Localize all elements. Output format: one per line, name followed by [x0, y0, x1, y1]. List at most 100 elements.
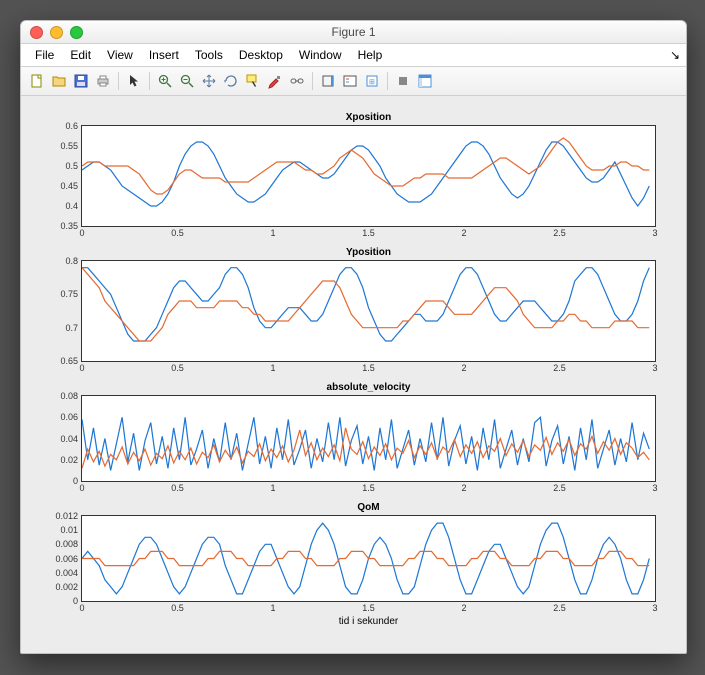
ytick: 0.35 [60, 221, 78, 231]
menu-edit[interactable]: Edit [62, 46, 99, 64]
ytick: 0 [73, 476, 78, 486]
xtick: 1.5 [362, 603, 375, 613]
figure-area: Xposition0.350.40.450.50.550.600.511.522… [21, 96, 686, 653]
menu-desktop[interactable]: Desktop [231, 46, 291, 64]
subplot-Yposition: Yposition0.650.70.750.800.511.522.53 [81, 247, 656, 376]
series-s2 [82, 551, 649, 565]
pan-icon[interactable] [199, 71, 219, 91]
traffic-lights [21, 26, 83, 39]
menu-tools[interactable]: Tools [187, 46, 231, 64]
xtick: 1 [270, 228, 275, 238]
save-icon[interactable] [71, 71, 91, 91]
ytick: 0.012 [55, 511, 78, 521]
hide-tools-icon[interactable] [393, 71, 413, 91]
zoom-out-icon[interactable] [177, 71, 197, 91]
chart-title: Xposition [81, 112, 656, 123]
chart-title: QoM [81, 502, 656, 513]
subplot-absolute_velocity: absolute_velocity 00.020.040.060.0800.511… [81, 382, 656, 496]
figure-window: Figure 1 File Edit View Insert Tools Des… [20, 20, 687, 654]
series-s1 [82, 417, 649, 470]
plot-axes[interactable]: 0.650.70.750.800.511.522.53 [81, 260, 656, 362]
menubar: File Edit View Insert Tools Desktop Wind… [21, 44, 686, 67]
subplot-Xposition: Xposition 0.350.40.450.50.550.600.511.522… [81, 112, 656, 241]
plot-axes[interactable]: 00.0020.0040.0060.0080.010.01200.511.522… [81, 515, 656, 602]
toolbar: ⊞ [21, 67, 686, 96]
ytick: 0.8 [65, 256, 78, 266]
titlebar: Figure 1 [21, 21, 686, 44]
xtick: 1 [270, 363, 275, 373]
ytick: 0.4 [65, 201, 78, 211]
plot-axes[interactable]: 00.020.040.060.0800.511.522.53 [81, 395, 656, 482]
xtick: 2.5 [553, 363, 566, 373]
xtick: 2 [461, 483, 466, 493]
xtick: 3 [652, 363, 657, 373]
rotate-icon[interactable] [221, 71, 241, 91]
ytick: 0.006 [55, 554, 78, 564]
xtick: 2.5 [553, 603, 566, 613]
svg-text:⊞: ⊞ [369, 79, 375, 86]
xtick: 1 [270, 603, 275, 613]
xtick: 3 [652, 483, 657, 493]
xtick: 1 [270, 483, 275, 493]
menu-file[interactable]: File [27, 46, 62, 64]
menu-window[interactable]: Window [291, 46, 350, 64]
window-title: Figure 1 [21, 25, 686, 39]
open-icon[interactable] [49, 71, 69, 91]
ytick: 0.75 [60, 289, 78, 299]
xtick: 1.5 [362, 363, 375, 373]
ytick: 0.65 [60, 356, 78, 366]
xtick: 2 [461, 363, 466, 373]
xtick: 0 [79, 228, 84, 238]
zoom-icon[interactable] [70, 26, 83, 39]
ytick: 0.02 [60, 455, 78, 465]
new-figure-icon[interactable] [27, 71, 47, 91]
colorbar-icon[interactable] [318, 71, 338, 91]
print-icon[interactable] [93, 71, 113, 91]
ytick: 0.04 [60, 434, 78, 444]
series-s1 [82, 142, 649, 206]
xtick: 1.5 [362, 228, 375, 238]
close-icon[interactable] [30, 26, 43, 39]
ytick: 0.45 [60, 181, 78, 191]
menu-help[interactable]: Help [350, 46, 391, 64]
xtick: 2.5 [553, 228, 566, 238]
ytick: 0.01 [60, 525, 78, 535]
xtick: 0.5 [171, 603, 184, 613]
xtick: 0 [79, 483, 84, 493]
ytick: 0 [73, 596, 78, 606]
minimize-icon[interactable] [50, 26, 63, 39]
zoom-in-icon[interactable] [155, 71, 175, 91]
ytick: 0.7 [65, 323, 78, 333]
xtick: 0.5 [171, 228, 184, 238]
ytick: 0.55 [60, 141, 78, 151]
xtick: 2 [461, 228, 466, 238]
plot-axes[interactable]: 0.350.40.450.50.550.600.511.522.53 [81, 125, 656, 227]
xtick: 0 [79, 363, 84, 373]
ytick: 0.002 [55, 582, 78, 592]
show-plottools-icon[interactable] [415, 71, 435, 91]
series-s1 [82, 268, 649, 341]
ytick: 0.6 [65, 121, 78, 131]
axes-icon[interactable]: ⊞ [362, 71, 382, 91]
menu-view[interactable]: View [99, 46, 141, 64]
menu-insert[interactable]: Insert [141, 46, 187, 64]
xlabel: tid i sekunder [81, 616, 656, 627]
ytick: 0.08 [60, 391, 78, 401]
subplot-QoM: QoM 00.0020.0040.0060.0080.010.01200.511.… [81, 502, 656, 627]
link-icon[interactable] [287, 71, 307, 91]
xtick: 0 [79, 603, 84, 613]
ytick: 0.06 [60, 412, 78, 422]
xtick: 3 [652, 603, 657, 613]
menu-corner-icon[interactable]: ↘ [670, 48, 680, 62]
ytick: 0.5 [65, 161, 78, 171]
pointer-icon[interactable] [124, 71, 144, 91]
ytick: 0.004 [55, 568, 78, 578]
chart-title: absolute_velocity [81, 382, 656, 393]
xtick: 0.5 [171, 363, 184, 373]
legend-icon[interactable] [340, 71, 360, 91]
ytick: 0.008 [55, 539, 78, 549]
datatip-icon[interactable] [243, 71, 263, 91]
xtick: 2.5 [553, 483, 566, 493]
brush-icon[interactable] [265, 71, 285, 91]
xtick: 0.5 [171, 483, 184, 493]
